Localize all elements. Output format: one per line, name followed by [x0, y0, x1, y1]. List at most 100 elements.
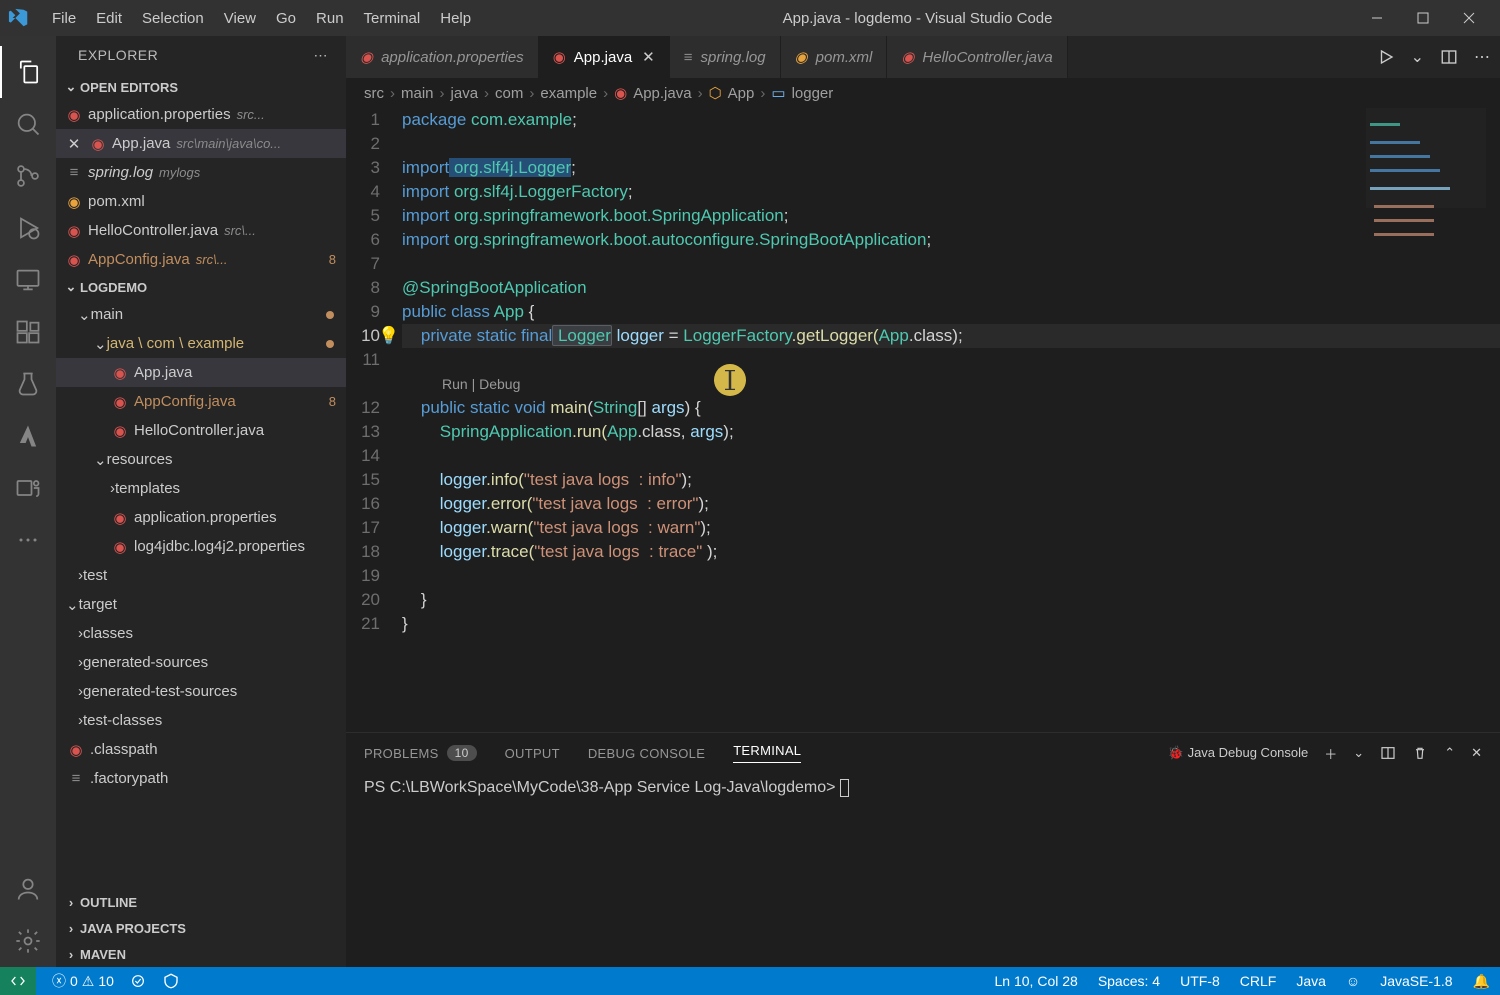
terminal-dropdown[interactable]: 🐞 Java Debug Console [1168, 745, 1309, 761]
activity-bar [0, 36, 56, 967]
new-terminal-icon[interactable]: ＋ [1324, 744, 1337, 763]
extensions-icon[interactable] [0, 306, 56, 358]
code-content[interactable]: package com.example; import org.slf4j.Lo… [402, 108, 1500, 732]
tree-file[interactable]: ◉AppConfig.java8 [56, 387, 346, 416]
teams-icon[interactable] [0, 462, 56, 514]
search-icon[interactable] [0, 98, 56, 150]
settings-icon[interactable] [0, 915, 56, 967]
menu-file[interactable]: File [42, 6, 86, 31]
tree-folder[interactable]: ›generated-sources [56, 648, 346, 677]
status-spaces[interactable]: Spaces: 4 [1098, 973, 1160, 990]
testing-icon[interactable] [0, 358, 56, 410]
run-menu-icon[interactable]: ⌄ [1411, 47, 1424, 67]
open-editors-header[interactable]: ⌄OPEN EDITORS [56, 74, 346, 100]
explorer-more-icon[interactable]: ⋯ [314, 47, 329, 64]
terminal-menu-icon[interactable]: ⌄ [1353, 745, 1364, 761]
open-editor-item[interactable]: ◉application.propertiessrc... [56, 100, 346, 129]
status-encoding[interactable]: UTF-8 [1180, 973, 1220, 990]
file-tree: ⌄main ⌄java \ com \ example ◉App.java ◉A… [56, 300, 346, 889]
panel-tab-problems[interactable]: PROBLEMS10 [364, 745, 477, 761]
cursor-indicator [714, 364, 746, 396]
status-live-icon[interactable] [162, 972, 180, 990]
status-eol[interactable]: CRLF [1240, 973, 1277, 990]
open-editor-item[interactable]: ✕◉App.javasrc\main\java\co... [56, 129, 346, 158]
tree-folder[interactable]: ⌄resources [56, 445, 346, 474]
panel-tabs: PROBLEMS10 OUTPUT DEBUG CONSOLE TERMINAL… [346, 733, 1500, 773]
maximize-button[interactable] [1400, 0, 1446, 36]
close-icon[interactable]: ✕ [64, 135, 84, 153]
tree-file[interactable]: ◉HelloController.java [56, 416, 346, 445]
editor-area: ◉application.properties ◉App.java✕ ≡spri… [346, 36, 1500, 967]
menu-go[interactable]: Go [266, 6, 306, 31]
project-header[interactable]: ⌄LOGDEMO [56, 274, 346, 300]
minimize-button[interactable] [1354, 0, 1400, 36]
panel-tab-debug-console[interactable]: DEBUG CONSOLE [588, 746, 705, 761]
open-editor-item[interactable]: ◉pom.xml [56, 187, 346, 216]
status-position[interactable]: Ln 10, Col 28 [995, 973, 1078, 990]
tab[interactable]: ◉pom.xml [781, 36, 888, 78]
accounts-icon[interactable] [0, 863, 56, 915]
tree-folder[interactable]: ›test-classes [56, 706, 346, 735]
open-editor-item[interactable]: ◉AppConfig.javasrc\...8 [56, 245, 346, 274]
tree-folder[interactable]: ⌄target [56, 590, 346, 619]
more-actions-icon[interactable]: ⋯ [1474, 47, 1490, 67]
editor-body[interactable]: 1234567891011 12131415161718192021 packa… [346, 108, 1500, 732]
breadcrumb[interactable]: src› main› java› com› example› ◉ App.jav… [346, 78, 1500, 108]
status-smile-icon[interactable]: ☺ [1346, 973, 1360, 990]
split-terminal-icon[interactable] [1380, 745, 1396, 761]
tree-file[interactable]: ◉.classpath [56, 735, 346, 764]
source-control-icon[interactable] [0, 150, 56, 202]
tree-folder[interactable]: ›test [56, 561, 346, 590]
tree-folder[interactable]: ⌄main [56, 300, 346, 329]
run-icon[interactable] [1377, 48, 1395, 66]
maven-header[interactable]: ›MAVEN [56, 941, 346, 967]
tree-file[interactable]: ◉App.java [56, 358, 346, 387]
remote-explorer-icon[interactable] [0, 254, 56, 306]
status-language[interactable]: Java [1296, 973, 1326, 990]
tree-folder[interactable]: ⌄java \ com \ example [56, 329, 346, 358]
open-editor-item[interactable]: ◉HelloController.javasrc\... [56, 216, 346, 245]
menu-view[interactable]: View [214, 6, 266, 31]
close-panel-icon[interactable]: ✕ [1471, 745, 1482, 761]
tree-folder[interactable]: ›generated-test-sources [56, 677, 346, 706]
outline-header[interactable]: ›OUTLINE [56, 889, 346, 915]
menu-run[interactable]: Run [306, 6, 354, 31]
panel-tab-terminal[interactable]: TERMINAL [733, 743, 801, 763]
split-editor-icon[interactable] [1440, 48, 1458, 66]
minimap[interactable] [1366, 108, 1486, 208]
close-button[interactable] [1446, 0, 1492, 36]
status-bell-icon[interactable]: 🔔 [1473, 973, 1490, 990]
menu-edit[interactable]: Edit [86, 6, 132, 31]
vscode-logo-icon [8, 7, 30, 29]
tree-file[interactable]: ◉log4jdbc.log4j2.properties [56, 532, 346, 561]
maximize-panel-icon[interactable]: ⌃ [1444, 745, 1455, 761]
tree-folder[interactable]: ›classes [56, 619, 346, 648]
tree-folder[interactable]: ›templates [56, 474, 346, 503]
menu-help[interactable]: Help [430, 6, 481, 31]
panel-tab-output[interactable]: OUTPUT [505, 746, 560, 761]
tab-close-icon[interactable]: ✕ [642, 48, 655, 66]
tree-file[interactable]: ≡.factorypath [56, 764, 346, 793]
java-projects-header[interactable]: ›JAVA PROJECTS [56, 915, 346, 941]
tab[interactable]: ◉App.java✕ [539, 36, 670, 78]
more-icon[interactable] [0, 514, 56, 566]
remote-indicator[interactable] [0, 967, 36, 995]
tab[interactable]: ≡spring.log [670, 36, 781, 78]
menu-terminal[interactable]: Terminal [354, 6, 431, 31]
azure-icon[interactable] [0, 410, 56, 462]
status-jdk[interactable]: JavaSE-1.8 [1380, 973, 1452, 990]
terminal-body[interactable]: PS C:\LBWorkSpace\MyCode\38-App Service … [346, 773, 1500, 967]
open-editor-item[interactable]: ≡spring.logmylogs [56, 158, 346, 187]
status-errors[interactable]: ⓧ 0 ⚠ 10 [52, 971, 114, 991]
tab[interactable]: ◉application.properties [346, 36, 539, 78]
kill-terminal-icon[interactable] [1412, 745, 1428, 761]
explorer-title: EXPLORER [78, 47, 158, 63]
run-debug-icon[interactable] [0, 202, 56, 254]
codelens-run-debug[interactable]: Run | Debug [402, 376, 520, 392]
tree-file[interactable]: ◉application.properties [56, 503, 346, 532]
status-ports-icon[interactable] [130, 973, 146, 989]
tab[interactable]: ◉HelloController.java [887, 36, 1067, 78]
menu-selection[interactable]: Selection [132, 6, 214, 31]
titlebar: File Edit Selection View Go Run Terminal… [0, 0, 1500, 36]
explorer-icon[interactable] [0, 46, 56, 98]
